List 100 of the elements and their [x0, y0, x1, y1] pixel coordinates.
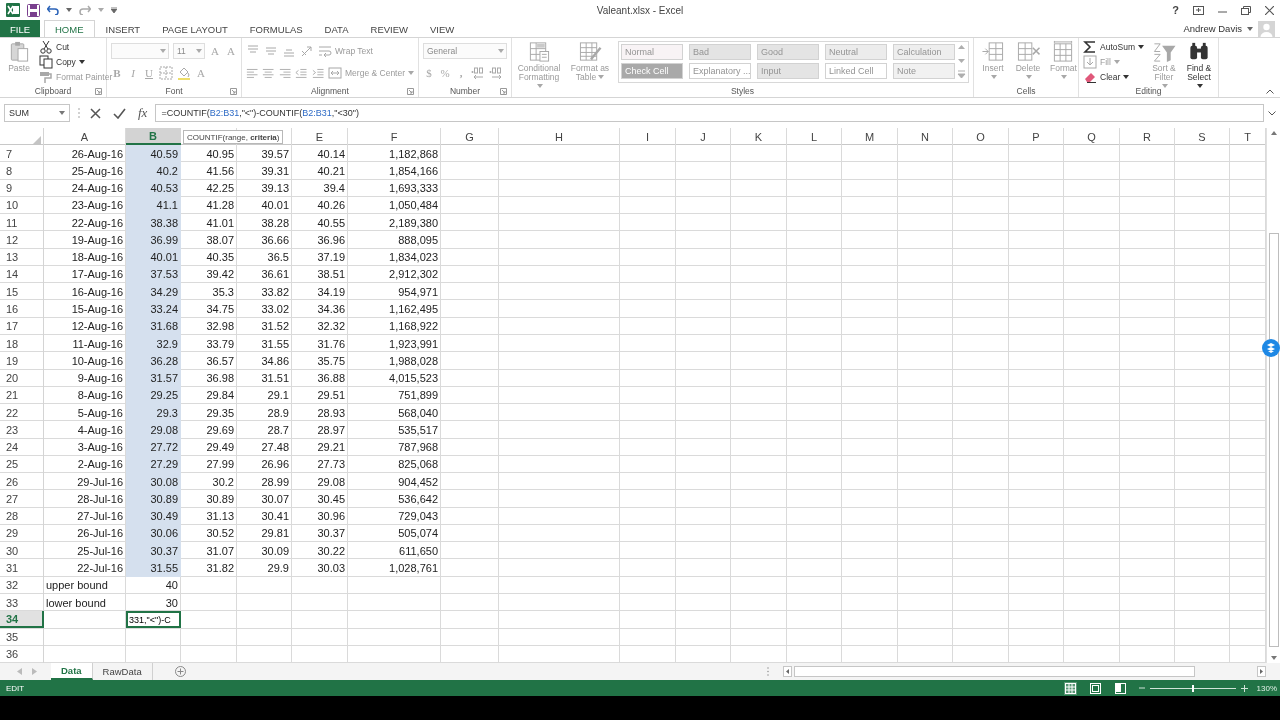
editing-cell[interactable]: 331,"<")-C: [126, 611, 181, 629]
row-header[interactable]: 16: [0, 300, 44, 318]
ribbon-button[interactable]: Copy: [39, 54, 113, 69]
ribbon-tab[interactable]: FORMULAS: [238, 20, 314, 37]
column-header[interactable]: F: [348, 128, 441, 145]
row-header[interactable]: 7: [0, 145, 44, 163]
row-header[interactable]: 17: [0, 317, 44, 335]
row-header[interactable]: 36: [0, 645, 44, 663]
dialog-launcher-icon[interactable]: [95, 87, 102, 95]
column-header[interactable]: A: [44, 128, 126, 145]
page-break-icon[interactable]: [1113, 681, 1127, 695]
zoom-in-icon[interactable]: [1240, 684, 1248, 692]
row-header[interactable]: 32: [0, 576, 44, 594]
row-header[interactable]: 19: [0, 352, 44, 370]
horizontal-scrollbar[interactable]: [794, 666, 1195, 677]
save-icon[interactable]: [27, 3, 40, 17]
normal-view-icon[interactable]: [1063, 681, 1077, 695]
ribbon-button[interactable]: Find & Select: [1184, 39, 1214, 92]
column-header[interactable]: I: [620, 128, 676, 145]
restore-icon[interactable]: [1241, 5, 1251, 15]
row-header[interactable]: 25: [0, 455, 44, 474]
row-header[interactable]: 20: [0, 369, 44, 387]
ribbon-tab[interactable]: VIEW: [419, 20, 466, 37]
redo-icon[interactable]: [79, 5, 91, 15]
dialog-launcher-icon[interactable]: [407, 87, 414, 95]
column-header[interactable]: J: [676, 128, 731, 145]
ribbon-tab[interactable]: INSERT: [94, 20, 152, 37]
row-header[interactable]: 21: [0, 386, 44, 404]
sheet-tab[interactable]: Data: [51, 663, 93, 680]
column-header[interactable]: P: [1009, 128, 1064, 145]
close-icon[interactable]: [1265, 5, 1274, 15]
ribbon-tab[interactable]: REVIEW: [359, 20, 420, 37]
column-header[interactable]: Q: [1064, 128, 1120, 145]
ribbon-tab[interactable]: DATA: [313, 20, 360, 37]
row-header[interactable]: 34: [0, 611, 44, 629]
row-header[interactable]: 27: [0, 490, 44, 508]
row-header[interactable]: 22: [0, 404, 44, 422]
row-header[interactable]: 18: [0, 334, 44, 353]
ribbon-display-icon[interactable]: [1193, 5, 1204, 15]
ribbon-tab[interactable]: PAGE LAYOUT: [151, 20, 239, 37]
ribbon-tab[interactable]: HOME: [44, 20, 95, 37]
row-header[interactable]: 24: [0, 438, 44, 456]
column-header[interactable]: K: [731, 128, 787, 145]
dialog-launcher-icon[interactable]: [230, 87, 237, 95]
select-all-icon[interactable]: [32, 136, 41, 145]
column-header[interactable]: T: [1230, 128, 1266, 145]
user-name[interactable]: Andrew Davis: [1183, 23, 1242, 34]
ribbon-button[interactable]: Cut: [39, 39, 113, 54]
caret-icon[interactable]: [1247, 26, 1253, 31]
scroll-left-icon[interactable]: [783, 666, 792, 677]
row-header[interactable]: 28: [0, 507, 44, 525]
row-header[interactable]: 12: [0, 231, 44, 249]
zoom-level[interactable]: 130%: [1256, 683, 1277, 693]
collapse-ribbon-icon[interactable]: [1266, 89, 1274, 94]
add-sheet-icon[interactable]: [174, 666, 186, 677]
row-header[interactable]: 14: [0, 265, 44, 284]
row-header[interactable]: 35: [0, 628, 44, 646]
row-header[interactable]: 10: [0, 196, 44, 215]
column-header[interactable]: L: [787, 128, 842, 145]
row-header[interactable]: 31: [0, 559, 44, 577]
dialog-launcher-icon[interactable]: [500, 87, 507, 95]
name-box[interactable]: SUM: [4, 104, 70, 122]
zoom-out-icon[interactable]: [1138, 685, 1145, 691]
ribbon-button[interactable]: AutoSum: [1083, 39, 1144, 54]
undo-icon[interactable]: [47, 5, 59, 15]
row-header[interactable]: 30: [0, 542, 44, 560]
expand-formula-icon[interactable]: [1268, 110, 1276, 116]
column-header[interactable]: G: [441, 128, 499, 145]
column-header[interactable]: N: [898, 128, 953, 145]
cancel-icon[interactable]: [90, 107, 101, 119]
page-layout-icon[interactable]: [1088, 681, 1102, 695]
row-header[interactable]: 9: [0, 179, 44, 197]
column-header[interactable]: E: [292, 128, 348, 145]
scroll-thumb[interactable]: [1268, 233, 1279, 647]
circle-badge-icon[interactable]: [1262, 339, 1280, 357]
avatar-icon[interactable]: [1258, 20, 1275, 37]
row-header[interactable]: 11: [0, 214, 44, 232]
row-header[interactable]: 13: [0, 248, 44, 266]
column-header[interactable]: S: [1175, 128, 1230, 145]
column-header[interactable]: H: [499, 128, 620, 145]
help-button[interactable]: ?: [1172, 4, 1179, 16]
ribbon-tab[interactable]: FILE: [0, 20, 40, 37]
column-header[interactable]: O: [953, 128, 1009, 145]
scroll-right-icon[interactable]: [1257, 666, 1266, 677]
enter-check-icon[interactable]: [113, 107, 126, 119]
insert-function-button[interactable]: fx: [138, 105, 148, 121]
row-header[interactable]: 29: [0, 524, 44, 543]
slider-thumb[interactable]: [1191, 684, 1194, 692]
column-header[interactable]: B: [126, 128, 181, 145]
row-header[interactable]: 8: [0, 162, 44, 180]
row-header[interactable]: 15: [0, 283, 44, 301]
formula-field[interactable]: =COUNTIF(B2:B31,"<")-COUNTIF(B2:B31,"<30"): [155, 104, 1264, 122]
caret-icon[interactable]: [66, 8, 72, 12]
row-header[interactable]: 26: [0, 473, 44, 491]
ribbon-button[interactable]: Clear: [1083, 69, 1144, 84]
row-header[interactable]: 23: [0, 421, 44, 439]
column-header[interactable]: M: [842, 128, 898, 145]
customize-menu-icon[interactable]: [111, 7, 117, 13]
column-header[interactable]: R: [1120, 128, 1175, 145]
row-header[interactable]: 33: [0, 593, 44, 612]
